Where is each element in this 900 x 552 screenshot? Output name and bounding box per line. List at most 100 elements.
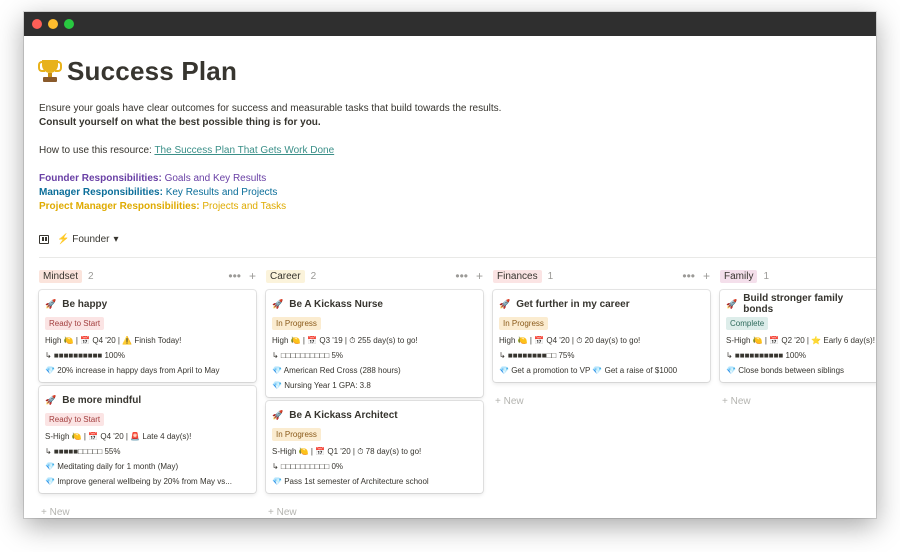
card-goal: 💎 Nursing Year 1 GPA: 3.8 xyxy=(272,381,371,390)
status-badge: Ready to Start xyxy=(45,413,105,426)
divider xyxy=(39,257,876,258)
card-progress-line: ↳ □□□□□□□□□□ 5% xyxy=(272,351,344,360)
board-column-mindset: Mindset 2 ••• + 🚀 Be happy Ready to Start… xyxy=(39,266,256,518)
how-to-line: How to use this resource: The Success Pl… xyxy=(39,144,334,158)
card-progress-line: ↳ ■■■■■■■■■■ 100% xyxy=(726,351,806,360)
founder-value: Goals and Key Results xyxy=(161,173,267,184)
gem-icon: 💎 xyxy=(272,477,282,486)
app-window: Success Plan Ensure your goals have clea… xyxy=(24,12,876,518)
how-to-link[interactable]: The Success Plan That Gets Work Done xyxy=(154,145,334,156)
rocket-icon: 🚀 xyxy=(499,298,511,309)
card-title: Be A Kickass Architect xyxy=(289,409,398,421)
column-count: 1 xyxy=(547,270,554,282)
column-header: Mindset 2 ••• + xyxy=(39,266,256,286)
column-actions: ••• + xyxy=(455,269,483,283)
card-progress-line: ↳ ■■■■■■■■□□ 75% xyxy=(499,351,575,360)
column-actions: ••• + xyxy=(228,269,256,283)
board-card[interactable]: 🚀 Be happy Ready to Start High 🍋 | 📅 Q4 '… xyxy=(39,290,256,382)
maximize-window-button[interactable] xyxy=(64,19,74,29)
column-header: Finances 1 ••• + xyxy=(493,266,710,286)
status-badge: In Progress xyxy=(272,428,321,441)
manager-responsibilities: Manager Responsibilities: Key Results an… xyxy=(39,186,277,200)
founder-label: Founder Responsibilities: xyxy=(39,173,162,184)
board-card[interactable]: 🚀 Be A Kickass Architect In Progress S-Hi… xyxy=(266,401,483,493)
card-goal: 💎 20% increase in happy days from April … xyxy=(45,366,220,375)
card-priority-line: High 🍋 | 📅 Q4 '20 | ⚠️ Finish Today! xyxy=(45,336,182,345)
page-title[interactable]: Success Plan xyxy=(67,56,237,87)
card-progress-line: ↳ ■■■■■□□□□□ 55% xyxy=(45,447,121,456)
add-icon[interactable]: + xyxy=(476,269,483,283)
card-goal: 💎 Improve general wellbeing by 20% from … xyxy=(45,477,232,486)
board-card[interactable]: 🚀 Be more mindful Ready to Start S-High 🍋… xyxy=(39,386,256,493)
card-priority-line: S-High 🍋 | 📅 Q2 '20 | ⭐ Early 6 day(s)! xyxy=(726,336,875,345)
more-icon[interactable]: ••• xyxy=(228,269,241,283)
view-label: ⚡ Founder xyxy=(57,234,110,245)
card-title: Be more mindful xyxy=(62,394,142,406)
pm-value: Projects and Tasks xyxy=(199,201,287,212)
pm-label: Project Manager Responsibilities: xyxy=(39,201,200,212)
add-icon[interactable]: + xyxy=(703,269,710,283)
gem-icon: 💎 xyxy=(45,462,55,471)
gem-icon: 💎 xyxy=(272,381,282,390)
column-count: 2 xyxy=(310,270,317,282)
status-badge: Ready to Start xyxy=(45,317,105,330)
status-badge: In Progress xyxy=(272,317,321,330)
card-progress-line: ↳ ■■■■■■■■■■ 100% xyxy=(45,351,125,360)
page-header: Success Plan xyxy=(38,56,237,87)
column-actions: ••• + xyxy=(682,269,710,283)
card-goal: 💎 Meditating daily for 1 month (May) xyxy=(45,462,179,471)
card-priority-line: S-High 🍋 | 📅 Q4 '20 | 🚨 Late 4 day(s)! xyxy=(45,432,192,441)
trophy-icon[interactable] xyxy=(38,59,62,84)
board-card[interactable]: 🚀 Build stronger family bonds Complete S-… xyxy=(720,290,876,382)
card-priority-line: High 🍋 | 📅 Q3 '19 | ⏱ 255 day(s) to go! xyxy=(272,336,418,345)
column-header: Career 2 ••• + xyxy=(266,266,483,286)
card-priority-line: S-High 🍋 | 📅 Q1 '20 | ⏱ 78 day(s) to go! xyxy=(272,447,422,456)
how-to-label: How to use this resource: xyxy=(39,145,155,156)
minimize-window-button[interactable] xyxy=(48,19,58,29)
column-tag[interactable]: Mindset xyxy=(39,269,83,283)
board-card[interactable]: 🚀 Get further in my career In Progress Hi… xyxy=(493,290,710,382)
board-view-icon xyxy=(39,235,49,244)
view-selector[interactable]: ⚡ Founder ▾ xyxy=(39,234,119,245)
new-card-button[interactable]: + New xyxy=(39,507,256,518)
title-bar xyxy=(24,12,876,36)
board-column-family: Family 1 🚀 Build stronger family bonds Co… xyxy=(720,266,876,407)
column-tag[interactable]: Finances xyxy=(493,269,542,283)
new-card-button[interactable]: + New xyxy=(266,507,483,518)
gem-icon: 💎 xyxy=(499,366,509,375)
new-card-button[interactable]: + New xyxy=(493,396,710,407)
column-tag[interactable]: Career xyxy=(266,269,305,283)
rocket-icon: 🚀 xyxy=(272,409,284,420)
column-header: Family 1 xyxy=(720,266,876,286)
rocket-icon: 🚀 xyxy=(45,298,57,309)
status-badge: Complete xyxy=(726,317,769,330)
close-window-button[interactable] xyxy=(32,19,42,29)
page-subdescription: Consult yourself on what the best possib… xyxy=(39,117,321,128)
board-column-finances: Finances 1 ••• + 🚀 Get further in my care… xyxy=(493,266,710,407)
gem-icon: 💎 xyxy=(272,366,282,375)
manager-label: Manager Responsibilities: xyxy=(39,187,163,198)
more-icon[interactable]: ••• xyxy=(455,269,468,283)
add-icon[interactable]: + xyxy=(249,269,256,283)
card-goal: 💎 American Red Cross (288 hours) xyxy=(272,366,401,375)
page-content: Success Plan Ensure your goals have clea… xyxy=(38,36,876,518)
card-goal: 💎 Close bonds between siblings xyxy=(726,366,845,375)
board-column-career: Career 2 ••• + 🚀 Be A Kickass Nurse In Pr… xyxy=(266,266,483,518)
column-tag[interactable]: Family xyxy=(720,269,758,283)
gem-icon: 💎 xyxy=(45,366,55,375)
card-priority-line: High 🍋 | 📅 Q4 '20 | ⏱ 20 day(s) to go! xyxy=(499,336,641,345)
card-title: Get further in my career xyxy=(516,298,630,310)
rocket-icon: 🚀 xyxy=(45,394,57,405)
card-goal: 💎 Get a promotion to VP 💎 Get a raise of… xyxy=(499,366,678,375)
card-goal: 💎 Pass 1st semester of Architecture scho… xyxy=(272,477,429,486)
more-icon[interactable]: ••• xyxy=(682,269,695,283)
gem-icon: 💎 xyxy=(45,477,55,486)
page-description: Ensure your goals have clear outcomes fo… xyxy=(39,103,502,114)
pm-responsibilities: Project Manager Responsibilities: Projec… xyxy=(39,200,286,214)
board-card[interactable]: 🚀 Be A Kickass Nurse In Progress High 🍋 |… xyxy=(266,290,483,397)
manager-value: Key Results and Projects xyxy=(162,187,278,198)
card-title: Be A Kickass Nurse xyxy=(289,298,383,310)
card-title: Be happy xyxy=(62,298,108,310)
rocket-icon: 🚀 xyxy=(272,298,284,309)
new-card-button[interactable]: + New xyxy=(720,396,876,407)
